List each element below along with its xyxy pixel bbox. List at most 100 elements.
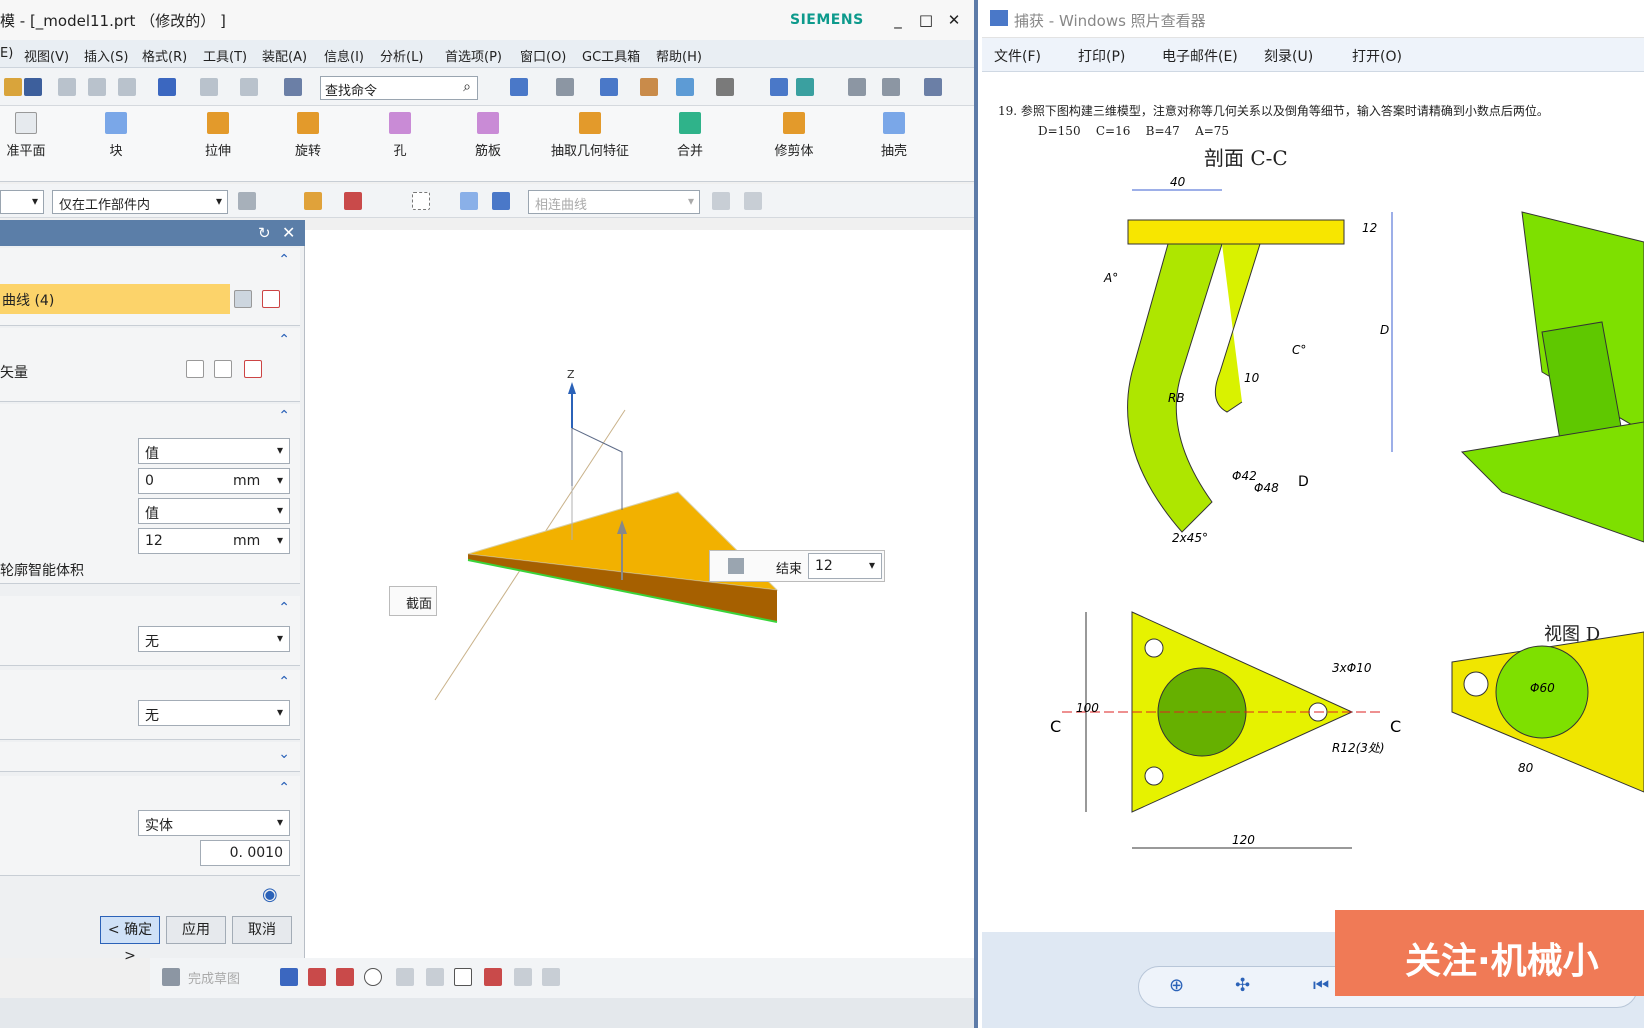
end-type-select[interactable]: 值: [138, 498, 290, 524]
render-style-icon[interactable]: [556, 78, 574, 96]
cancel-button[interactable]: 取消: [232, 916, 292, 944]
view-section-icon[interactable]: [770, 78, 788, 96]
select-feature-icon[interactable]: [492, 192, 510, 210]
datum-plane-button[interactable]: 准平面: [0, 112, 52, 159]
value-type-icon[interactable]: [728, 558, 744, 574]
paste-icon[interactable]: [118, 78, 136, 96]
close-icon[interactable]: ✕: [282, 223, 295, 242]
reverse-direction-icon[interactable]: [186, 360, 204, 378]
minimize-button[interactable]: _: [886, 8, 910, 32]
viewer-menu-burn[interactable]: 刻录(U): [1264, 46, 1313, 66]
command-search-input[interactable]: 查找命令 ⌕: [320, 76, 478, 100]
save-icon[interactable]: [24, 78, 42, 96]
studio-spline-icon[interactable]: [484, 968, 502, 986]
fillet-icon[interactable]: [396, 968, 414, 986]
background-icon[interactable]: [716, 78, 734, 96]
select-body-icon[interactable]: [460, 192, 478, 210]
rectangle-select-icon[interactable]: [412, 192, 430, 210]
close-button[interactable]: ✕: [942, 8, 966, 32]
menu-analysis[interactable]: 分析(L): [380, 46, 423, 65]
collapse-icon[interactable]: ⌃: [278, 674, 290, 690]
stop-at-intersection-icon[interactable]: [744, 192, 762, 210]
start-distance-input[interactable]: 0 mm: [138, 468, 290, 494]
unite-button[interactable]: 合并: [670, 112, 710, 159]
shaded-icon[interactable]: [600, 78, 618, 96]
select-filter-icon[interactable]: [304, 192, 322, 210]
snap-icon[interactable]: [882, 78, 900, 96]
end-distance-input[interactable]: 12 mm: [138, 528, 290, 554]
orient-view-icon[interactable]: [676, 78, 694, 96]
maximize-button[interactable]: □: [914, 8, 938, 32]
previous-icon[interactable]: ⏮: [1313, 975, 1329, 996]
reset-icon[interactable]: ↻: [258, 224, 271, 242]
type-filter-select[interactable]: [0, 190, 44, 214]
hole-button[interactable]: 孔: [380, 112, 420, 159]
graphics-viewport[interactable]: Z 截面 结束 12: [305, 230, 974, 958]
repeat-command-icon[interactable]: [240, 78, 258, 96]
body-type-select[interactable]: 实体: [138, 810, 290, 836]
fit-view-icon[interactable]: [510, 78, 528, 96]
menu-help[interactable]: 帮助(H): [656, 46, 702, 65]
menu-info[interactable]: 信息(I): [324, 46, 364, 65]
revolve-button[interactable]: 旋转: [288, 112, 328, 159]
scope-filter-select[interactable]: 仅在工作部件内: [52, 190, 228, 214]
menu-window[interactable]: 窗口(O): [520, 46, 566, 65]
menu-insert[interactable]: 插入(S): [84, 46, 128, 65]
menu-view[interactable]: 视图(V): [24, 46, 69, 65]
rectangle-icon[interactable]: [454, 968, 472, 986]
viewer-menu-open[interactable]: 打开(O): [1352, 46, 1402, 66]
menu-gc-toolbox[interactable]: GC工具箱: [582, 46, 640, 65]
extract-geometry-button[interactable]: 抽取几何特征: [540, 112, 640, 159]
collapse-icon[interactable]: ⌃: [278, 408, 290, 424]
sketch-section-icon[interactable]: [234, 290, 252, 308]
profile-icon[interactable]: [280, 968, 298, 986]
trim-body-button[interactable]: 修剪体: [766, 112, 822, 159]
circle-icon[interactable]: [364, 968, 382, 986]
sketch-icon[interactable]: [162, 968, 180, 986]
block-button[interactable]: 块: [96, 112, 136, 159]
viewer-menu-print[interactable]: 打印(P): [1078, 46, 1125, 66]
extrude-button[interactable]: 拉伸: [198, 112, 238, 159]
apply-button[interactable]: 应用: [166, 916, 226, 944]
copy-icon[interactable]: [88, 78, 106, 96]
menu-assembly[interactable]: 装配(A): [262, 46, 307, 65]
menu-format[interactable]: 格式(R): [142, 46, 187, 65]
actual-size-icon[interactable]: ✣: [1235, 975, 1250, 996]
chamfer-icon[interactable]: [426, 968, 444, 986]
expand-icon[interactable]: ⌄: [278, 746, 290, 762]
tolerance-input[interactable]: 0. 0010: [200, 840, 290, 866]
collapse-icon[interactable]: ⌃: [278, 780, 290, 796]
menu-tools[interactable]: 工具(T): [203, 46, 247, 65]
cut-icon[interactable]: [58, 78, 76, 96]
end-tag-input[interactable]: 12: [808, 553, 882, 579]
search-icon[interactable]: ⌕: [463, 79, 471, 95]
boolean-select[interactable]: 无: [138, 626, 290, 652]
end-distance-tag[interactable]: 结束 12: [709, 550, 885, 582]
vector-dialog-icon[interactable]: [244, 360, 262, 378]
polygon-icon[interactable]: [542, 968, 560, 986]
filter-icon[interactable]: [238, 192, 256, 210]
collapse-icon[interactable]: ⌃: [278, 252, 290, 268]
zoom-icon[interactable]: ⊕: [1169, 975, 1184, 996]
menu-preferences[interactable]: 首选项(P): [445, 46, 502, 65]
viewer-menu-email[interactable]: 电子邮件(E): [1162, 46, 1238, 66]
layer-icon[interactable]: [640, 78, 658, 96]
shell-button[interactable]: 抽壳: [874, 112, 914, 159]
viewer-menu-file[interactable]: 文件(F): [994, 46, 1041, 66]
touch-mode-icon[interactable]: [284, 78, 302, 96]
settings-icon[interactable]: [924, 78, 942, 96]
draft-select[interactable]: 无: [138, 700, 290, 726]
collapse-icon[interactable]: ⌃: [278, 332, 290, 348]
selected-curve-row[interactable]: 曲线 (4): [0, 284, 230, 314]
preview-icon[interactable]: ◉: [262, 884, 278, 905]
arc-icon[interactable]: [336, 968, 354, 986]
undo-icon[interactable]: [158, 78, 176, 96]
menu-edit[interactable]: E): [0, 46, 13, 61]
curve-rule-select[interactable]: 相连曲线: [528, 190, 700, 214]
intersection-icon[interactable]: [712, 192, 730, 210]
point-icon[interactable]: [514, 968, 532, 986]
start-type-select[interactable]: 值: [138, 438, 290, 464]
line-icon[interactable]: [308, 968, 326, 986]
measure-icon[interactable]: [848, 78, 866, 96]
rib-button[interactable]: 筋板: [468, 112, 508, 159]
